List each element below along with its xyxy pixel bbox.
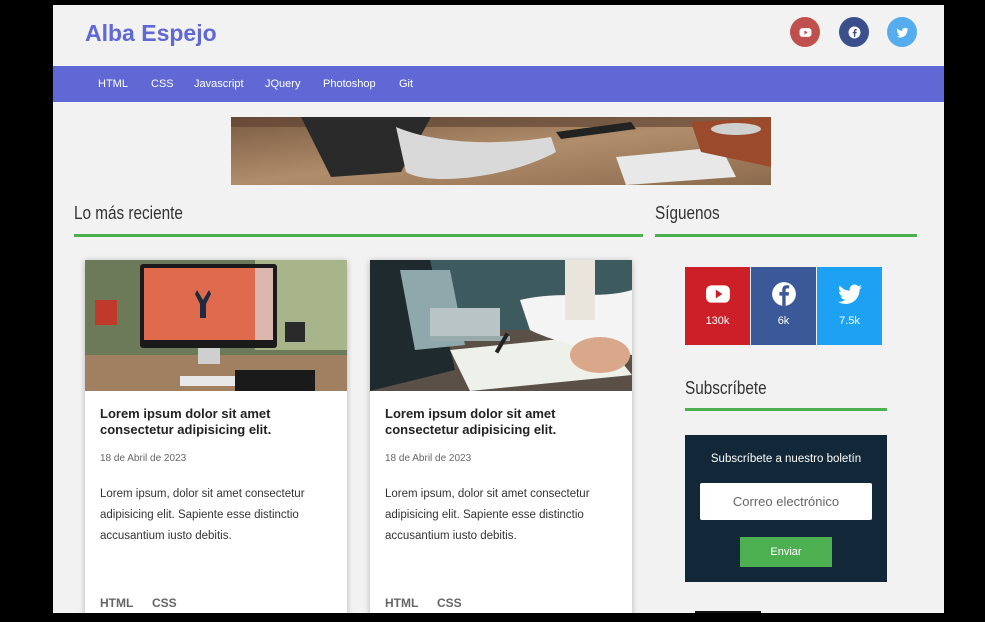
article-excerpt: Lorem ipsum, dolor sit amet consectetur …	[100, 488, 305, 542]
follow-section-title: Síguenos	[655, 203, 720, 223]
article-card[interactable]: Lorem ipsum dolor sit amet consectetur a…	[85, 260, 347, 613]
email-field[interactable]	[700, 483, 872, 520]
nav-item-photoshop[interactable]: Photoshop	[323, 66, 376, 102]
newsletter-box: Subscríbete a nuestro boletín Enviar	[685, 435, 887, 582]
youtube-follow-button[interactable]: 130k	[685, 267, 750, 345]
subscribe-section-underline	[685, 408, 887, 411]
article-card[interactable]: Lorem ipsum dolor sit amet consectetur a…	[370, 260, 632, 613]
facebook-icon	[771, 282, 796, 306]
nav-item-jquery[interactable]: JQuery	[265, 66, 300, 102]
newsletter-heading: Subscríbete a nuestro boletín	[710, 453, 862, 465]
twitter-link[interactable]	[887, 17, 917, 47]
twitter-follow-button[interactable]: 7.5k	[817, 267, 882, 345]
article-image[interactable]	[370, 260, 632, 391]
article-tag-html[interactable]: HTML	[385, 596, 418, 610]
main-nav: HTML CSS Javascript JQuery Photoshop Git	[53, 66, 944, 102]
article-image[interactable]	[85, 260, 347, 391]
page: Alba Espejo HTML CSS Javascript JQuery P…	[53, 5, 944, 613]
youtube-icon	[799, 27, 811, 37]
facebook-follow-button[interactable]: 6k	[751, 267, 816, 345]
article-title[interactable]: Lorem ipsum dolor sit amet consectetur a…	[100, 406, 330, 438]
nav-item-html[interactable]: HTML	[98, 66, 128, 102]
article-tag-css[interactable]: CSS	[437, 596, 462, 610]
submit-newsletter-button[interactable]: Enviar	[740, 537, 832, 567]
youtube-icon	[705, 285, 730, 303]
article-excerpt: Lorem ipsum, dolor sit amet consectetur …	[385, 488, 590, 542]
youtube-follower-count: 130k	[705, 315, 730, 327]
nav-item-git[interactable]: Git	[399, 66, 413, 102]
facebook-follower-count: 6k	[777, 315, 790, 327]
facebook-icon	[848, 26, 860, 38]
twitter-icon	[896, 27, 908, 37]
recent-section-title: Lo más reciente	[74, 203, 183, 223]
article-tag-css[interactable]: CSS	[152, 596, 177, 610]
nav-item-css[interactable]: CSS	[151, 66, 174, 102]
subscribe-section-title: Subscríbete	[685, 378, 767, 398]
facebook-link[interactable]	[839, 17, 869, 47]
article-tag-html[interactable]: HTML	[100, 596, 133, 610]
recent-section-underline	[74, 234, 643, 237]
article-title[interactable]: Lorem ipsum dolor sit amet consectetur a…	[385, 406, 615, 438]
follow-section-underline	[655, 234, 917, 237]
nav-item-javascript[interactable]: Javascript	[194, 66, 244, 102]
twitter-icon	[837, 284, 862, 304]
site-logo[interactable]: Alba Espejo	[85, 20, 217, 47]
twitter-follower-count: 7.5k	[839, 315, 860, 327]
site-header: Alba Espejo	[53, 5, 944, 66]
youtube-link[interactable]	[790, 17, 820, 47]
section-divider	[695, 611, 761, 613]
banner-image	[231, 117, 771, 185]
article-date: 18 de Abril de 2023	[385, 453, 472, 464]
article-date: 18 de Abril de 2023	[100, 453, 187, 464]
